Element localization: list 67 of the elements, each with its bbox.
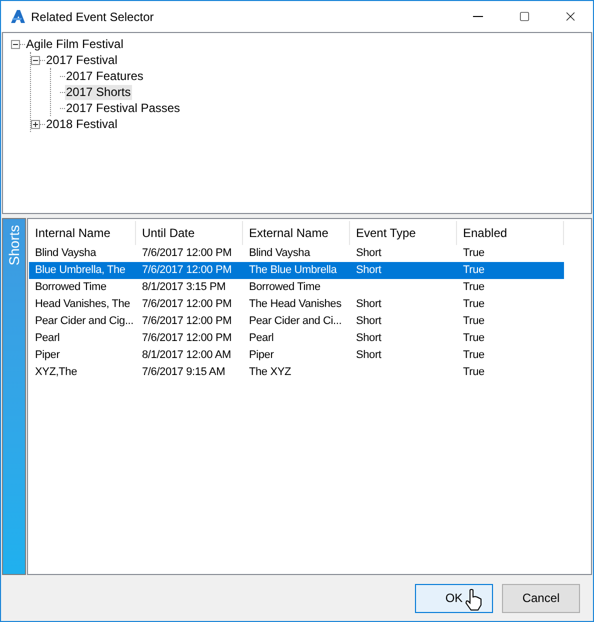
table-cell: Blue Umbrella, The [35,264,126,276]
tree-item[interactable]: 2018 Festival [45,116,118,132]
minimize-icon [473,16,483,17]
table-cell: Pearl [35,332,60,344]
tree-item[interactable]: 2017 Festival Passes [65,100,182,116]
window-title: Related Event Selector [31,8,154,26]
tree-item[interactable]: 2017 Festival [45,52,118,68]
table-cell: Short [356,349,382,361]
table-row[interactable]: Borrowed Time 8/1/2017 3:15 PM Borrowed Time True [29,279,564,296]
table-row[interactable]: Blue Umbrella, The 7/6/2017 12:00 PM The Blue Umbrella Short True [29,262,564,279]
table-cell: 7/6/2017 9:15 AM [142,366,226,378]
hand-cursor-icon [465,589,482,611]
column-header[interactable]: Enabled [457,221,564,245]
table-cell: Short [356,264,382,276]
app-logo-icon [11,10,25,23]
table-cell: True [463,349,484,361]
column-header[interactable]: Event Type [350,221,457,245]
maximize-icon [518,11,530,22]
tree-item[interactable]: 2017 Features [65,68,144,84]
expand-icon[interactable] [31,120,40,128]
ok-button[interactable]: OK [415,584,493,612]
collapse-icon[interactable] [31,56,40,64]
table-cell: Short [356,315,382,327]
table-cell: 7/6/2017 12:00 PM [142,264,232,276]
table-cell: Pearl [249,332,274,344]
table-cell: Short [356,247,382,259]
table-cell: 8/1/2017 3:15 PM [142,281,226,293]
table-cell: Piper [249,349,274,361]
collapse-icon[interactable] [11,40,20,48]
table-row[interactable]: XYZ,The 7/6/2017 9:15 AM The XYZ True [29,364,564,381]
table-cell: Short [356,298,382,310]
table-cell: True [463,298,484,310]
table-row[interactable]: Blind Vaysha 7/6/2017 12:00 PM Blind Vaysha Short True [29,245,564,262]
column-header[interactable]: Until Date [136,221,243,245]
tree-item[interactable]: Agile Film Festival [25,36,124,52]
table-cell: Piper [35,349,60,361]
table-cell: True [463,281,484,293]
table-cell: The Blue Umbrella [249,264,337,276]
column-header[interactable]: Internal Name [29,221,136,245]
table-cell: Pear Cider and Ci... [249,315,342,327]
table-cell: Head Vanishes, The [35,298,130,310]
table-row[interactable]: Pear Cider and Cig... 7/6/2017 12:00 PM Pear Cider and Ci... Short True [29,313,564,330]
table-cell: 7/6/2017 12:00 PM [142,315,232,327]
column-header[interactable]: External Name [243,221,350,245]
table-cell: Blind Vaysha [249,247,310,259]
tree-item[interactable]: 2017 Shorts [65,84,132,100]
table-row[interactable]: Piper 8/1/2017 12:00 AM Piper Short True [29,347,564,364]
table-row[interactable]: Head Vanishes, The 7/6/2017 12:00 PM The Head Vanishes Short True [29,296,564,313]
table-cell: Borrowed Time [249,281,320,293]
table-cell: True [463,315,484,327]
table-cell: Short [356,332,382,344]
table-cell: Pear Cider and Cig... [35,315,134,327]
table-cell: True [463,366,484,378]
table-cell: True [463,247,484,259]
table-cell: 8/1/2017 12:00 AM [142,349,231,361]
table-cell: The XYZ [249,366,292,378]
table-row[interactable]: Pearl 7/6/2017 12:00 PM Pearl Short True [29,330,564,347]
table-cell: 7/6/2017 12:00 PM [142,247,232,259]
table-cell: True [463,332,484,344]
cancel-button[interactable]: Cancel [502,584,580,612]
table-cell: The Head Vanishes [249,298,342,310]
table-cell: Blind Vaysha [35,247,96,259]
table-cell: 7/6/2017 12:00 PM [142,298,232,310]
table-cell: XYZ,The [35,366,78,378]
table-cell: 7/6/2017 12:00 PM [142,332,232,344]
table-cell: Borrowed Time [35,281,106,293]
table-cell: True [463,264,484,276]
